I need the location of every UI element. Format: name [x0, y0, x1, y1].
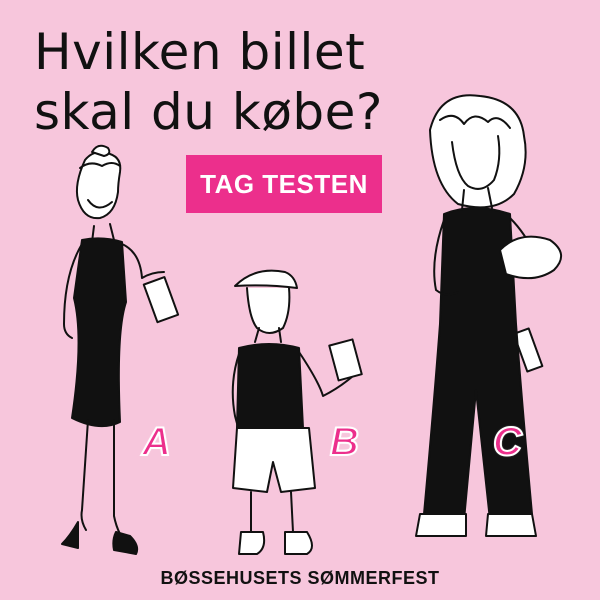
figure-c-illustration — [415, 94, 562, 537]
option-b-label[interactable]: B — [329, 419, 360, 465]
figure-a-illustration — [61, 144, 180, 555]
headline-line-2: skal du købe? — [34, 83, 383, 141]
figure-b-illustration — [231, 269, 363, 555]
take-test-button[interactable]: TAG TESTEN — [186, 155, 382, 213]
option-a-label[interactable]: A — [141, 419, 172, 465]
option-c-label[interactable]: C — [492, 419, 523, 465]
headline-line-1: Hvilken billet — [34, 23, 366, 81]
footer-brand: BØSSEHUSETS SØMMERFEST — [160, 568, 440, 588]
headline: Hvilken billet skal du købe? — [34, 22, 383, 142]
